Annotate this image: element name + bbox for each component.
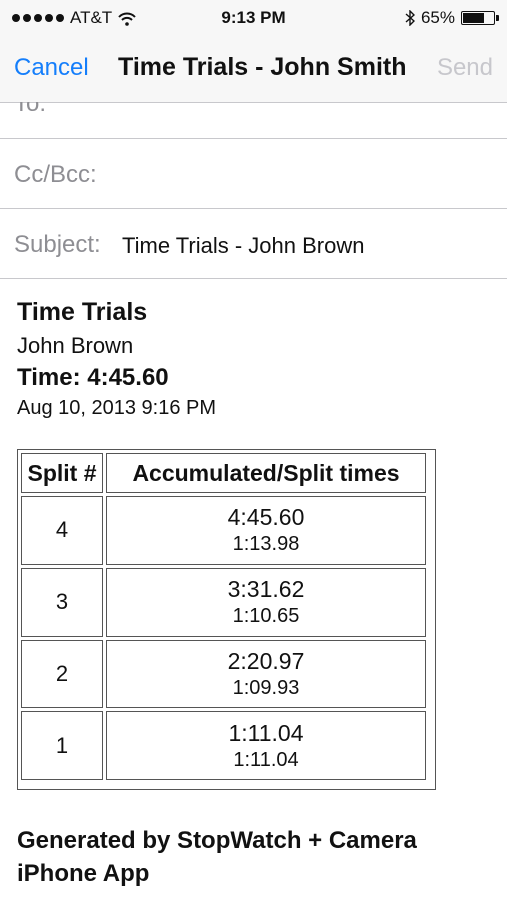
body-athlete-name: John Brown: [17, 333, 134, 358]
accumulated-time: 1:11.04: [228, 719, 304, 746]
accumulated-time: 4:45.60: [227, 504, 305, 531]
times-cell: 4:45.60 1:13.98: [106, 496, 426, 565]
split-number-cell: 2: [21, 639, 103, 709]
split-number-cell: 3: [21, 567, 103, 637]
table-header-row: Split # Accumulated/Split times: [21, 453, 426, 493]
times-cell: 3:31.62 1:10.65: [106, 567, 426, 637]
split-number-cell: 4: [21, 496, 103, 565]
split-time: 1:13.98: [232, 533, 300, 556]
split-time: 1:09.93: [232, 676, 300, 699]
footer-line-2: iPhone App: [17, 860, 150, 887]
navigation-bar: Cancel Time Trials - John Smith Send: [0, 34, 507, 103]
body-date: Aug 10, 2013 9:16 PM: [17, 397, 217, 419]
mail-compose-screen: AT&T 9:13 PM 65% Cancel Time Trials - Jo…: [0, 0, 507, 900]
subject-field[interactable]: Subject: Time Trials - John Brown: [0, 209, 507, 279]
battery-percent: 65%: [420, 8, 455, 27]
subject-value[interactable]: Time Trials - John Brown: [122, 233, 364, 259]
split-time: 1:10.65: [232, 605, 300, 628]
table-row: 3 3:31.62 1:10.65: [21, 567, 426, 637]
status-bar: AT&T 9:13 PM 65%: [0, 0, 507, 34]
bluetooth-icon: [405, 9, 415, 27]
table-row: 2 2:20.97 1:09.93: [21, 639, 426, 709]
split-number-cell: 1: [21, 711, 103, 780]
split-time: 1:11.04: [233, 748, 299, 771]
cc-bcc-field[interactable]: Cc/Bcc:: [0, 139, 507, 209]
footer-line-1: Generated by StopWatch + Camera: [17, 827, 417, 854]
subject-label: Subject:: [14, 231, 101, 258]
table-row: 1 1:11.04 1:11.04: [21, 711, 426, 780]
splits-table: Split # Accumulated/Split times 4 4:45.6…: [17, 449, 436, 790]
body-title: Time Trials: [17, 298, 148, 326]
times-cell: 2:20.97 1:09.93: [106, 639, 426, 709]
cc-bcc-label: Cc/Bcc:: [14, 161, 97, 188]
to-field[interactable]: To:: [0, 102, 507, 139]
generated-by-footer: Generated by StopWatch + Camera iPhone A…: [17, 824, 497, 890]
status-right: 65%: [405, 8, 499, 28]
send-button[interactable]: Send: [437, 54, 493, 82]
header-accumulated-split: Accumulated/Split times: [106, 453, 426, 493]
table-row: 4 4:45.60 1:13.98: [21, 496, 426, 565]
times-cell: 1:11.04 1:11.04: [106, 711, 426, 780]
body-total-time: Time: 4:45.60: [17, 364, 169, 391]
battery-icon: [461, 11, 499, 25]
battery-level-fill: [463, 13, 484, 23]
cancel-button[interactable]: Cancel: [14, 54, 89, 82]
compose-title: Time Trials - John Smith: [118, 53, 407, 81]
accumulated-time: 2:20.97: [227, 647, 305, 674]
header-split-number: Split #: [21, 453, 103, 493]
to-label: To:: [14, 102, 47, 117]
accumulated-time: 3:31.62: [227, 576, 305, 603]
